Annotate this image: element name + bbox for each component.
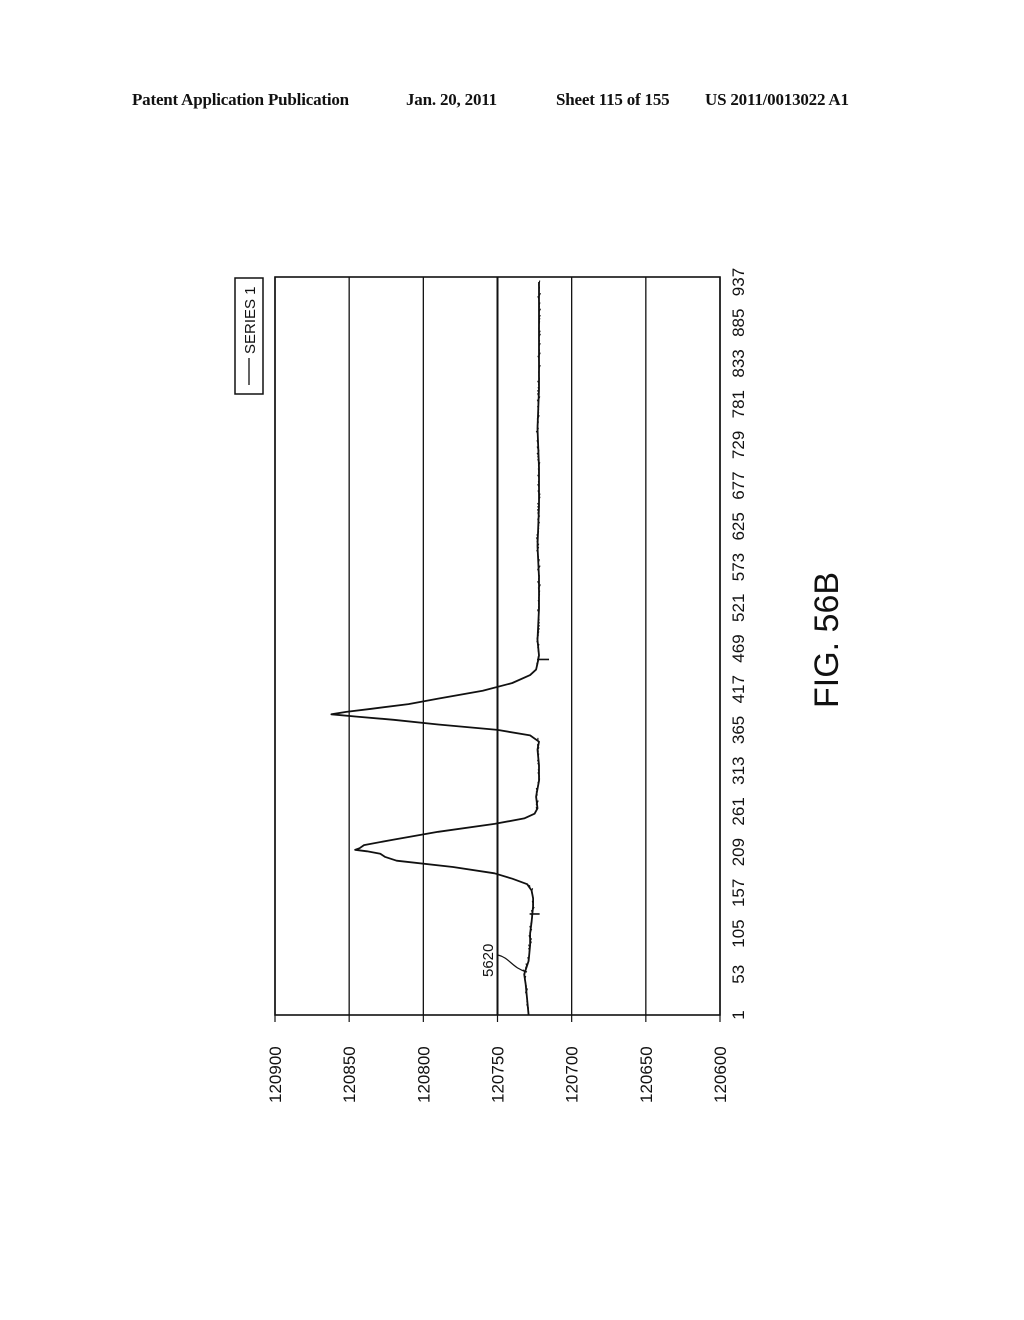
x-tick-label: 729: [729, 431, 748, 459]
series-1-noise-segment: [537, 405, 539, 409]
series-1-noise-segment: [538, 280, 541, 284]
series-1-noise-segment: [537, 412, 540, 416]
series-1-noise-segment: [537, 468, 540, 472]
x-tick-label: 885: [729, 309, 748, 337]
x-tick-label: 53: [729, 965, 748, 984]
x-tick-label: 209: [729, 838, 748, 866]
y-tick-label: 120600: [711, 1046, 730, 1103]
series-1-noise-segment: [537, 643, 540, 648]
legend-label: SERIES 1: [242, 286, 259, 354]
series-1-noise-segment: [531, 900, 534, 904]
series-1-noise-segment: [536, 637, 539, 641]
series-1-noise-segment: [536, 744, 539, 748]
series-1-noise-segment: [538, 778, 541, 782]
series-1-noise-segment: [537, 587, 540, 591]
x-tick-label: 677: [729, 471, 748, 499]
x-tick-label: 469: [729, 634, 748, 662]
series-1-noise-segment: [537, 527, 540, 532]
series-1-noise-segment: [537, 465, 540, 469]
series-1-noise-segment: [531, 916, 533, 920]
series-1-noise-segment: [537, 646, 540, 651]
series-1-noise-segment: [537, 421, 539, 425]
series-1-noise-segment: [537, 427, 539, 431]
series-1-noise-segment: [536, 540, 539, 544]
series-1-noise-segment: [537, 634, 539, 638]
y-tick-label: 120800: [414, 1046, 433, 1103]
annotation-5620: 5620: [480, 944, 528, 977]
x-tick-label: 313: [729, 756, 748, 784]
y-axis-ticks: 120900 120850 120800 120750 120700 120650 1206…: [266, 1015, 730, 1103]
y-tick-label: 120900: [266, 1046, 285, 1103]
x-tick-label: 417: [729, 675, 748, 703]
series-1-noise-segment: [538, 590, 541, 594]
x-tick-label: 365: [729, 716, 748, 744]
series-1-noise-segment: [537, 480, 540, 485]
x-axis-ticks: 1 53 105 157 209 261 313 365 417 469 521 573 625 677 7…: [729, 268, 748, 1020]
x-tick-label: 573: [729, 553, 748, 581]
x-tick-label: 781: [729, 390, 748, 418]
chart: 1 53 105 157 209 261 313 365 417 469 521 573 625 677 7…: [234, 268, 846, 1103]
series-1-noise-segment: [537, 618, 540, 623]
figure-label: FIG. 56B: [808, 572, 846, 708]
x-tick-label: 521: [729, 594, 748, 622]
series-1-noise-segment: [535, 787, 538, 792]
series-1-noise-segment: [535, 797, 538, 801]
series-1-noise-segment: [527, 960, 529, 964]
annotation-leader: [497, 954, 528, 973]
series-1-noise-segment: [537, 518, 540, 522]
y-tick-label: 120700: [563, 1046, 582, 1103]
x-tick-label: 105: [729, 919, 748, 947]
x-tick-label: 625: [729, 512, 748, 540]
series-1-noise-segment: [538, 321, 541, 325]
series-1-noise-segment: [537, 753, 540, 757]
series-1-noise-segment: [524, 978, 526, 983]
y-tick-label: 120850: [340, 1046, 359, 1103]
x-tick-label: 937: [729, 268, 748, 296]
series-1-noise-segment: [531, 894, 534, 898]
series-1-noise: [522, 280, 550, 1014]
x-tick-label: 157: [729, 879, 748, 907]
series-1-noise-segment: [538, 593, 541, 597]
annotation-label: 5620: [480, 944, 497, 977]
x-tick-label: 261: [729, 797, 748, 825]
series-1-noise-segment: [537, 531, 540, 535]
series-1-noise-segment: [526, 1000, 529, 1005]
series-1-line: [330, 282, 540, 1016]
series-1-noise-segment: [537, 606, 540, 610]
series-1-noise-segment: [525, 963, 528, 967]
y-tick-label: 120750: [489, 1046, 508, 1103]
x-tick-label: 1: [729, 1010, 748, 1019]
legend: SERIES 1: [234, 277, 264, 395]
y-tick-label: 120650: [637, 1046, 656, 1103]
series-1-noise-segment: [538, 339, 541, 344]
series-1-noise-segment: [537, 383, 540, 388]
x-tick-label: 833: [729, 349, 748, 377]
series-1-noise-segment: [537, 650, 540, 654]
gridlines: [274, 277, 721, 1015]
